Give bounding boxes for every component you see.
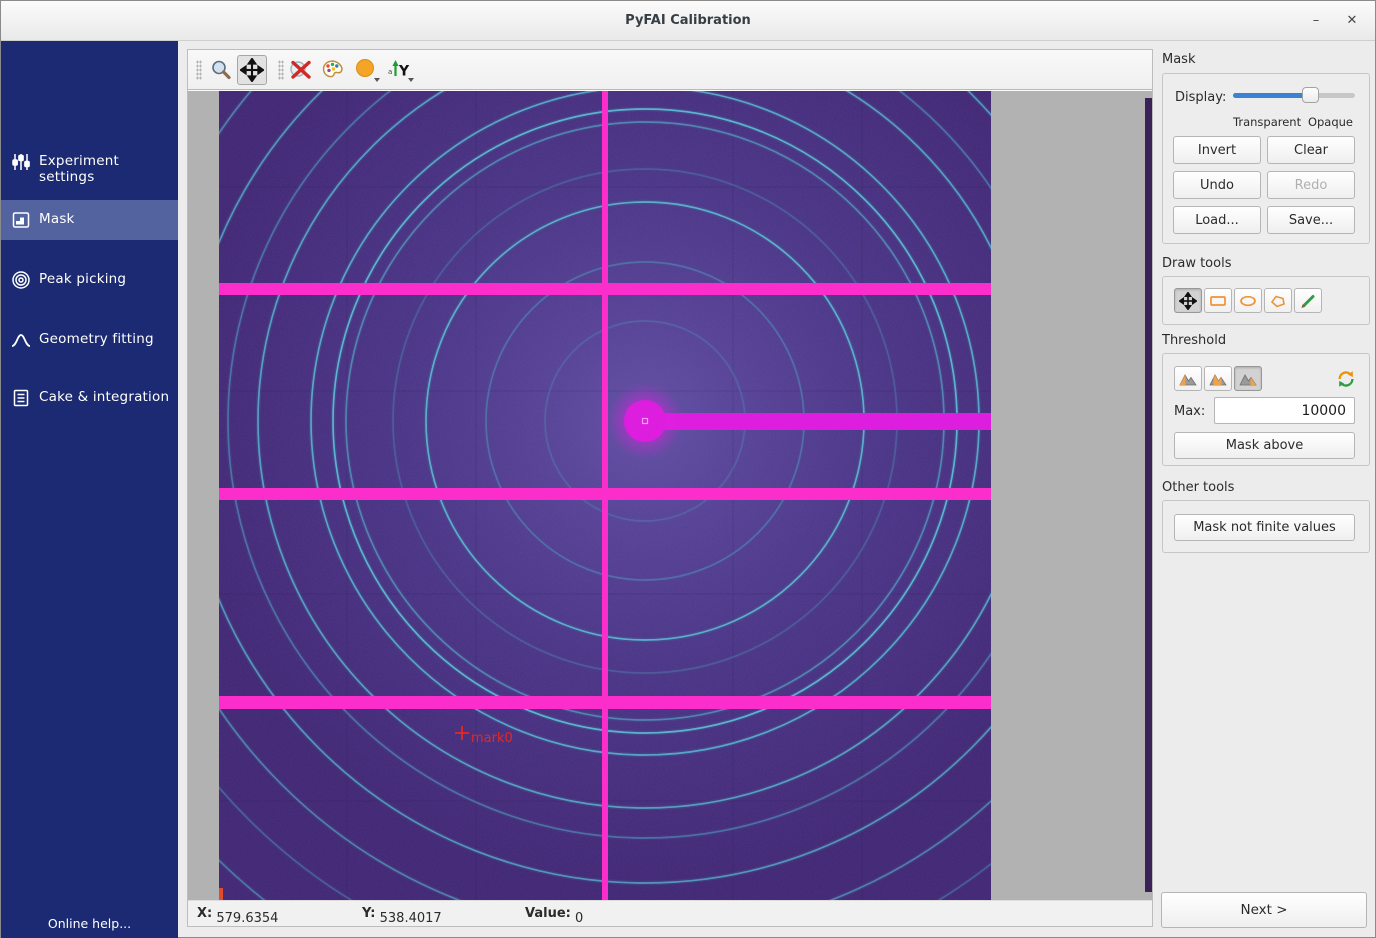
draw-tools-section-title: Draw tools xyxy=(1162,256,1231,271)
status-y: Y: 538.4017 xyxy=(362,906,380,921)
sidebar-item-geometry-fitting[interactable]: Geometry fitting xyxy=(1,320,178,360)
max-label: Max: xyxy=(1174,404,1205,419)
dropdown-caret xyxy=(374,78,380,82)
zoom-mode-button[interactable] xyxy=(206,55,236,85)
save-button[interactable]: Save... xyxy=(1267,206,1355,234)
dropdown-caret xyxy=(408,78,414,82)
toolbar-grip[interactable] xyxy=(278,60,284,80)
rectangle-draw-tool-button[interactable] xyxy=(1204,288,1232,313)
next-button[interactable]: Next > xyxy=(1161,892,1367,928)
other-tools-frame: Mask not finite values xyxy=(1162,500,1370,553)
minimize-button[interactable]: – xyxy=(1305,11,1327,31)
display-label: Display: xyxy=(1175,90,1226,105)
beam-stop-arm xyxy=(645,413,991,430)
toolbar-grip[interactable] xyxy=(196,60,202,80)
remove-marker-icon xyxy=(288,57,314,83)
peak-picking-icon xyxy=(11,270,31,290)
polygon-tool-icon xyxy=(1268,293,1288,309)
refresh-icon xyxy=(1336,369,1356,389)
plot-toolbar: a Y xyxy=(188,50,1152,90)
sidebar: Experiment settings Mask Peak picking xyxy=(1,41,178,938)
sidebar-item-label: Mask xyxy=(39,211,75,227)
title-bar: PyFAI Calibration – ✕ xyxy=(1,1,1375,41)
sidebar-item-experiment-settings[interactable]: Experiment settings xyxy=(1,142,178,182)
mask-color-button[interactable] xyxy=(351,55,381,85)
mask-above-button[interactable]: Mask above xyxy=(1174,432,1355,459)
window-title: PyFAI Calibration xyxy=(1,13,1375,28)
load-button[interactable]: Load... xyxy=(1173,206,1261,234)
ellipse-tool-icon xyxy=(1238,293,1258,309)
ellipse-draw-tool-button[interactable] xyxy=(1234,288,1262,313)
sidebar-item-peak-picking[interactable]: Peak picking xyxy=(1,260,178,300)
cake-integration-icon xyxy=(11,388,31,408)
colormap-button[interactable] xyxy=(318,55,348,85)
mask-frame: Display: Transparent Opaque Invert Clear… xyxy=(1162,73,1370,244)
pan-mode-button[interactable] xyxy=(237,55,267,85)
pan-icon xyxy=(240,58,264,82)
threshold-max-input[interactable] xyxy=(1214,397,1355,424)
mask-between-threshold-button[interactable] xyxy=(1204,366,1232,391)
palette-icon xyxy=(320,57,346,83)
pencil-tool-icon xyxy=(1298,293,1318,309)
draw-tools-frame xyxy=(1162,276,1370,325)
opaque-label: Opaque xyxy=(1308,115,1353,129)
status-value: Value: 0 xyxy=(525,906,575,921)
mask-above-threshold-button[interactable] xyxy=(1234,366,1262,391)
sidebar-item-cake-integration[interactable]: Cake & integration xyxy=(1,378,178,418)
zoom-icon xyxy=(209,58,233,82)
rectangle-tool-icon xyxy=(1208,293,1228,309)
mask-display-slider-handle[interactable] xyxy=(1302,87,1319,103)
plot-area: a Y xyxy=(187,49,1153,927)
y-axis-orientation-button[interactable]: a Y xyxy=(385,55,415,85)
status-bar: X: 579.6354 Y: 538.4017 Value: 0 xyxy=(188,900,1152,926)
marker-label: mark0 xyxy=(471,731,513,746)
redo-button[interactable]: Redo xyxy=(1267,171,1355,199)
mask-display-slider[interactable] xyxy=(1233,87,1355,105)
sidebar-item-label: Peak picking xyxy=(39,271,126,287)
invert-button[interactable]: Invert xyxy=(1173,136,1261,164)
slider-fill xyxy=(1233,93,1310,98)
status-x: X: 579.6354 xyxy=(197,906,216,921)
y-axis-small-letter: a xyxy=(388,68,392,76)
undo-button[interactable]: Undo xyxy=(1173,171,1261,199)
sidebar-item-mask[interactable]: Mask xyxy=(1,200,178,240)
image-edge-strip xyxy=(1145,98,1152,892)
threshold-frame: Max: Mask above xyxy=(1162,353,1370,466)
pan-draw-tool-button[interactable] xyxy=(1174,288,1202,313)
diffraction-image[interactable]: mark0 xyxy=(188,91,1152,900)
online-help-link[interactable]: Online help... xyxy=(1,916,178,931)
threshold-section-title: Threshold xyxy=(1162,333,1226,348)
pencil-draw-tool-button[interactable] xyxy=(1294,288,1322,313)
polygon-draw-tool-button[interactable] xyxy=(1264,288,1292,313)
beam-stop xyxy=(624,400,666,442)
mask-below-icon xyxy=(1178,371,1198,387)
geometry-fitting-icon xyxy=(11,330,31,350)
remove-marker-button[interactable] xyxy=(286,55,316,85)
transparent-label: Transparent xyxy=(1233,115,1301,129)
mask-icon xyxy=(11,210,31,230)
sliders-icon xyxy=(11,152,31,172)
other-tools-section-title: Other tools xyxy=(1162,480,1234,495)
sidebar-item-label: Cake & integration xyxy=(39,389,169,405)
mask-between-icon xyxy=(1208,371,1228,387)
app-window: PyFAI Calibration – ✕ Experiment setting… xyxy=(0,0,1376,938)
mask-section-title: Mask xyxy=(1162,52,1195,67)
clear-button[interactable]: Clear xyxy=(1267,136,1355,164)
plot-canvas[interactable]: mark0 xyxy=(188,91,1152,900)
pan-tool-icon xyxy=(1179,292,1197,310)
image-layer: mark0 xyxy=(188,91,1152,900)
sidebar-item-label: Experiment settings xyxy=(39,153,178,185)
mask-below-threshold-button[interactable] xyxy=(1174,366,1202,391)
hot-pixel-sliver xyxy=(219,888,223,900)
mask-not-finite-button[interactable]: Mask not finite values xyxy=(1174,514,1355,541)
refresh-threshold-button[interactable] xyxy=(1333,366,1359,391)
sidebar-item-label: Geometry fitting xyxy=(39,331,154,347)
close-button[interactable]: ✕ xyxy=(1341,11,1363,31)
mask-above-icon xyxy=(1238,371,1258,387)
